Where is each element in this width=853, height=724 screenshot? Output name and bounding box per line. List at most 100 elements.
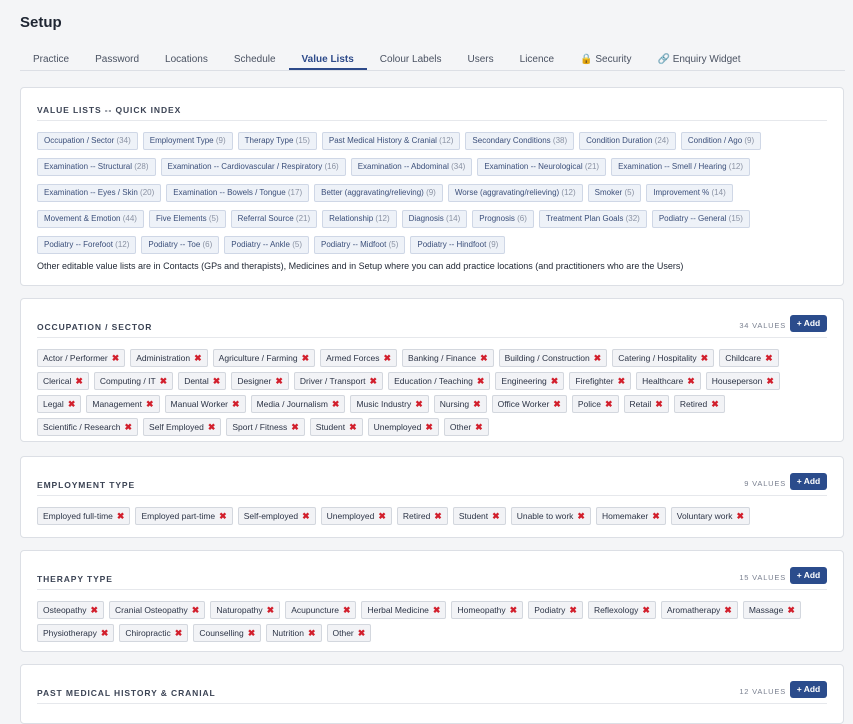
quick-index-link[interactable]: Referral Source (21) bbox=[230, 210, 318, 228]
quick-index-link[interactable]: Better (aggravating/relieving) (9) bbox=[314, 184, 443, 202]
quick-index-link[interactable]: Relationship (12) bbox=[322, 210, 397, 228]
remove-icon[interactable]: ✖ bbox=[160, 373, 168, 389]
quick-index-link[interactable]: Diagnosis (14) bbox=[401, 210, 468, 228]
remove-icon[interactable]: ✖ bbox=[117, 508, 125, 524]
quick-index-link[interactable]: Smoker (5) bbox=[587, 184, 642, 202]
quick-index-link[interactable]: Examination -- Bowels / Tongue (17) bbox=[166, 184, 310, 202]
remove-icon[interactable]: ✖ bbox=[475, 419, 483, 435]
remove-icon[interactable]: ✖ bbox=[146, 396, 154, 412]
remove-icon[interactable]: ✖ bbox=[75, 373, 83, 389]
remove-icon[interactable]: ✖ bbox=[219, 508, 227, 524]
quick-index-link[interactable]: Podiatry -- Ankle (5) bbox=[224, 236, 309, 254]
remove-icon[interactable]: ✖ bbox=[711, 396, 719, 412]
remove-icon[interactable]: ✖ bbox=[370, 373, 378, 389]
tab-schedule[interactable]: Schedule bbox=[221, 48, 289, 70]
quick-index-link[interactable]: Podiatry -- Toe (6) bbox=[141, 236, 220, 254]
remove-icon[interactable]: ✖ bbox=[787, 602, 795, 618]
remove-icon[interactable]: ✖ bbox=[765, 350, 773, 366]
remove-icon[interactable]: ✖ bbox=[175, 625, 183, 641]
quick-index-link[interactable]: Worse (aggravating/relieving) (12) bbox=[447, 184, 583, 202]
quick-index-link[interactable]: Podiatry -- Midfoot (5) bbox=[314, 236, 406, 254]
remove-icon[interactable]: ✖ bbox=[291, 419, 299, 435]
quick-index-link[interactable]: Treatment Plan Goals (32) bbox=[538, 210, 647, 228]
tab-practice[interactable]: Practice bbox=[20, 48, 82, 70]
remove-icon[interactable]: ✖ bbox=[383, 350, 391, 366]
quick-index-link[interactable]: Improvement % (14) bbox=[646, 184, 733, 202]
remove-icon[interactable]: ✖ bbox=[737, 508, 745, 524]
remove-icon[interactable]: ✖ bbox=[510, 602, 518, 618]
tab-security[interactable]: 🔒 Security bbox=[567, 48, 644, 70]
quick-index-link[interactable]: Examination -- Smell / Hearing (12) bbox=[611, 158, 751, 176]
remove-icon[interactable]: ✖ bbox=[473, 396, 481, 412]
remove-icon[interactable]: ✖ bbox=[594, 350, 602, 366]
add-value-button[interactable]: + Add bbox=[790, 567, 827, 584]
tab-licence[interactable]: Licence bbox=[507, 48, 567, 70]
remove-icon[interactable]: ✖ bbox=[349, 419, 357, 435]
remove-icon[interactable]: ✖ bbox=[605, 396, 613, 412]
remove-icon[interactable]: ✖ bbox=[492, 508, 500, 524]
tab-enquiry-widget[interactable]: 🔗 Enquiry Widget bbox=[644, 48, 753, 70]
remove-icon[interactable]: ✖ bbox=[343, 602, 351, 618]
quick-index-link[interactable]: Podiatry -- General (15) bbox=[651, 210, 750, 228]
tab-value-lists[interactable]: Value Lists bbox=[288, 48, 367, 70]
quick-index-link[interactable]: Examination -- Abdominal (34) bbox=[350, 158, 473, 176]
remove-icon[interactable]: ✖ bbox=[232, 396, 240, 412]
tab-password[interactable]: Password bbox=[82, 48, 152, 70]
remove-icon[interactable]: ✖ bbox=[434, 508, 442, 524]
remove-icon[interactable]: ✖ bbox=[90, 602, 98, 618]
remove-icon[interactable]: ✖ bbox=[766, 373, 774, 389]
remove-icon[interactable]: ✖ bbox=[687, 373, 695, 389]
remove-icon[interactable]: ✖ bbox=[477, 373, 485, 389]
remove-icon[interactable]: ✖ bbox=[332, 396, 340, 412]
remove-icon[interactable]: ✖ bbox=[208, 419, 216, 435]
quick-index-link[interactable]: Condition Duration (24) bbox=[579, 132, 676, 150]
remove-icon[interactable]: ✖ bbox=[68, 396, 76, 412]
add-value-button[interactable]: + Add bbox=[790, 315, 827, 332]
remove-icon[interactable]: ✖ bbox=[415, 396, 423, 412]
tab-colour-labels[interactable]: Colour Labels bbox=[367, 48, 455, 70]
remove-icon[interactable]: ✖ bbox=[480, 350, 488, 366]
remove-icon[interactable]: ✖ bbox=[724, 602, 732, 618]
tab-locations[interactable]: Locations bbox=[152, 48, 221, 70]
remove-icon[interactable]: ✖ bbox=[701, 350, 709, 366]
quick-index-link[interactable]: Employment Type (9) bbox=[142, 132, 233, 150]
remove-icon[interactable]: ✖ bbox=[267, 602, 275, 618]
remove-icon[interactable]: ✖ bbox=[308, 625, 316, 641]
remove-icon[interactable]: ✖ bbox=[194, 350, 202, 366]
remove-icon[interactable]: ✖ bbox=[618, 373, 626, 389]
remove-icon[interactable]: ✖ bbox=[112, 350, 120, 366]
remove-icon[interactable]: ✖ bbox=[192, 602, 200, 618]
add-value-button[interactable]: + Add bbox=[790, 473, 827, 490]
quick-index-link[interactable]: Movement & Emotion (44) bbox=[37, 210, 144, 228]
remove-icon[interactable]: ✖ bbox=[569, 602, 577, 618]
remove-icon[interactable]: ✖ bbox=[553, 396, 561, 412]
quick-index-link[interactable]: Occupation / Sector (34) bbox=[37, 132, 138, 150]
quick-index-link[interactable]: Examination -- Structural (28) bbox=[37, 158, 156, 176]
remove-icon[interactable]: ✖ bbox=[577, 508, 585, 524]
remove-icon[interactable]: ✖ bbox=[378, 508, 386, 524]
remove-icon[interactable]: ✖ bbox=[248, 625, 256, 641]
quick-index-link[interactable]: Podiatry -- Hindfoot (9) bbox=[410, 236, 506, 254]
quick-index-link[interactable]: Examination -- Neurological (21) bbox=[477, 158, 607, 176]
remove-icon[interactable]: ✖ bbox=[425, 419, 433, 435]
remove-icon[interactable]: ✖ bbox=[433, 602, 441, 618]
remove-icon[interactable]: ✖ bbox=[302, 508, 310, 524]
add-value-button[interactable]: + Add bbox=[790, 681, 827, 698]
remove-icon[interactable]: ✖ bbox=[551, 373, 559, 389]
remove-icon[interactable]: ✖ bbox=[124, 419, 132, 435]
remove-icon[interactable]: ✖ bbox=[358, 625, 366, 641]
remove-icon[interactable]: ✖ bbox=[652, 508, 660, 524]
tab-users[interactable]: Users bbox=[455, 48, 507, 70]
remove-icon[interactable]: ✖ bbox=[213, 373, 221, 389]
quick-index-link[interactable]: Condition / Ago (9) bbox=[680, 132, 762, 150]
remove-icon[interactable]: ✖ bbox=[302, 350, 310, 366]
remove-icon[interactable]: ✖ bbox=[655, 396, 663, 412]
quick-index-link[interactable]: Secondary Conditions (38) bbox=[465, 132, 575, 150]
quick-index-link[interactable]: Prognosis (6) bbox=[472, 210, 534, 228]
quick-index-link[interactable]: Podiatry -- Forefoot (12) bbox=[37, 236, 137, 254]
remove-icon[interactable]: ✖ bbox=[642, 602, 650, 618]
quick-index-link[interactable]: Therapy Type (15) bbox=[237, 132, 317, 150]
remove-icon[interactable]: ✖ bbox=[101, 625, 109, 641]
quick-index-link[interactable]: Five Elements (5) bbox=[148, 210, 226, 228]
quick-index-link[interactable]: Past Medical History & Cranial (12) bbox=[321, 132, 461, 150]
